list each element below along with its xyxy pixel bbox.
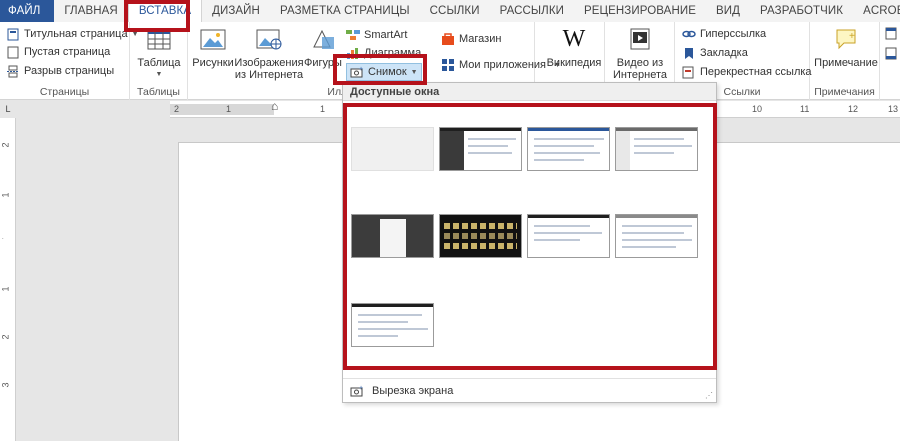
cover-page-button[interactable]: Титульная страница ▼ bbox=[6, 25, 139, 43]
online-video-label-2: Интернета bbox=[613, 69, 667, 81]
screen-clipping-icon: + bbox=[350, 384, 364, 398]
cross-reference-label: Перекрестная ссылка bbox=[700, 66, 812, 78]
ruler-corner[interactable]: L bbox=[0, 101, 16, 118]
blank-page-label: Пустая страница bbox=[24, 46, 111, 58]
group-comments: + Примечание Примечания bbox=[810, 22, 880, 100]
ruler-number: 13 bbox=[888, 104, 899, 114]
tab-view[interactable]: ВИД bbox=[706, 0, 750, 22]
my-apps-button[interactable]: Мои приложения ▼ bbox=[441, 56, 561, 74]
tab-file[interactable]: ФАЙЛ bbox=[0, 0, 55, 22]
page-break-button[interactable]: Разрыв страницы bbox=[6, 62, 114, 80]
table-label: Таблица bbox=[137, 57, 181, 69]
pictures-label: Рисунки bbox=[192, 57, 234, 69]
my-apps-label: Мои приложения bbox=[459, 59, 547, 71]
highlight-available-windows bbox=[343, 103, 717, 370]
ruler-number: 11 bbox=[800, 104, 810, 114]
ruler-number: 3 bbox=[0, 382, 11, 388]
page-break-icon bbox=[6, 64, 20, 78]
online-picture-icon bbox=[254, 24, 284, 54]
ruler-number: 1 bbox=[0, 192, 11, 198]
wikipedia-icon: W bbox=[562, 26, 586, 52]
tab-mailings[interactable]: РАССЫЛКИ bbox=[490, 0, 574, 22]
ruler-number: 1 bbox=[320, 104, 326, 114]
ruler-number: 2 bbox=[174, 104, 180, 114]
indent-marker-icon[interactable]: ⌂ bbox=[271, 99, 278, 113]
cross-reference-button[interactable]: Перекрестная ссылка bbox=[682, 63, 812, 81]
tab-page-layout[interactable]: РАЗМЕТКА СТРАНИЦЫ bbox=[270, 0, 420, 22]
ruler-number: 2 bbox=[0, 142, 11, 148]
tab-home[interactable]: ГЛАВНАЯ bbox=[54, 0, 127, 22]
online-video-button[interactable]: Видео из Интернета bbox=[611, 24, 669, 81]
group-pages-label: Страницы bbox=[39, 86, 90, 98]
hyperlink-icon bbox=[682, 27, 696, 41]
tab-review[interactable]: РЕЦЕНЗИРОВАНИЕ bbox=[574, 0, 706, 22]
footer-icon[interactable] bbox=[884, 46, 898, 60]
shapes-icon bbox=[308, 24, 338, 54]
comment-label: Примечание bbox=[814, 57, 878, 69]
smartart-label: SmartArt bbox=[364, 29, 408, 41]
video-icon bbox=[625, 24, 655, 54]
ruler-number: 12 bbox=[848, 104, 859, 114]
store-icon bbox=[441, 32, 455, 46]
ruler-marker: · bbox=[0, 238, 7, 240]
chevron-down-icon: ▼ bbox=[155, 71, 163, 78]
smartart-icon bbox=[346, 28, 360, 42]
cover-page-icon bbox=[6, 27, 20, 41]
cover-page-label: Титульная страница bbox=[24, 28, 128, 40]
cross-reference-icon bbox=[682, 65, 696, 79]
svg-text:+: + bbox=[359, 385, 363, 392]
wikipedia-button[interactable]: W Википедия bbox=[545, 24, 603, 69]
highlight-insert-tab bbox=[124, 0, 190, 32]
tab-acrobat[interactable]: ACROBAT bbox=[853, 0, 900, 22]
group-comments-label: Примечания bbox=[814, 86, 875, 98]
screen-clipping-button[interactable]: + Вырезка экрана bbox=[343, 378, 716, 402]
vertical-ruler[interactable]: 2 1 · 1 2 3 bbox=[0, 118, 16, 441]
ruler-margin-left bbox=[170, 104, 274, 115]
online-pictures-button[interactable]: Изображения из Интернета bbox=[234, 24, 304, 81]
resize-grip-icon[interactable]: ⋰ bbox=[705, 391, 713, 400]
group-pages: Титульная страница ▼ Пустая страница Разр… bbox=[0, 22, 139, 100]
ruler-number: 10 bbox=[752, 104, 763, 114]
online-video-label-1: Видео из bbox=[616, 57, 664, 69]
hyperlink-button[interactable]: Гиперссылка bbox=[682, 25, 766, 43]
ruler-number: 1 bbox=[0, 286, 11, 292]
online-pictures-label-1: Изображения bbox=[234, 57, 304, 69]
comment-button[interactable]: + Примечание bbox=[814, 24, 878, 69]
blank-page-button[interactable]: Пустая страница bbox=[6, 43, 110, 61]
highlight-screenshot-button bbox=[333, 54, 427, 85]
wikipedia-label: Википедия bbox=[546, 57, 602, 69]
bookmark-icon bbox=[682, 46, 696, 60]
store-label: Магазин bbox=[459, 33, 502, 45]
bookmark-button[interactable]: Закладка bbox=[682, 44, 748, 62]
page-break-label: Разрыв страницы bbox=[24, 65, 115, 77]
group-tables: Таблица ▼ Таблицы bbox=[130, 22, 188, 100]
smartart-button[interactable]: SmartArt bbox=[346, 26, 407, 44]
bookmark-label: Закладка bbox=[700, 47, 748, 59]
group-header-footer bbox=[880, 22, 900, 100]
header-icon[interactable] bbox=[884, 26, 898, 40]
comment-icon: + bbox=[831, 24, 861, 54]
table-button[interactable]: Таблица ▼ bbox=[136, 24, 182, 81]
online-pictures-label-2: из Интернета bbox=[234, 69, 304, 81]
tab-developer[interactable]: РАЗРАБОТЧИК bbox=[750, 0, 853, 22]
tab-references[interactable]: ССЫЛКИ bbox=[420, 0, 490, 22]
ruler-number: 2 bbox=[0, 334, 11, 340]
screen-clipping-label: Вырезка экрана bbox=[372, 384, 454, 397]
blank-page-icon bbox=[6, 45, 20, 59]
picture-icon bbox=[198, 24, 228, 54]
store-button[interactable]: Магазин bbox=[441, 30, 501, 48]
ruler-number: 1 bbox=[226, 104, 232, 114]
my-apps-icon bbox=[441, 58, 455, 72]
hyperlink-label: Гиперссылка bbox=[700, 28, 767, 40]
svg-text:+: + bbox=[849, 31, 855, 42]
pictures-button[interactable]: Рисунки bbox=[192, 24, 234, 69]
available-windows-header: Доступные окна bbox=[343, 83, 716, 101]
group-tables-label: Таблицы bbox=[137, 86, 180, 98]
tab-design[interactable]: ДИЗАЙН bbox=[202, 0, 270, 22]
